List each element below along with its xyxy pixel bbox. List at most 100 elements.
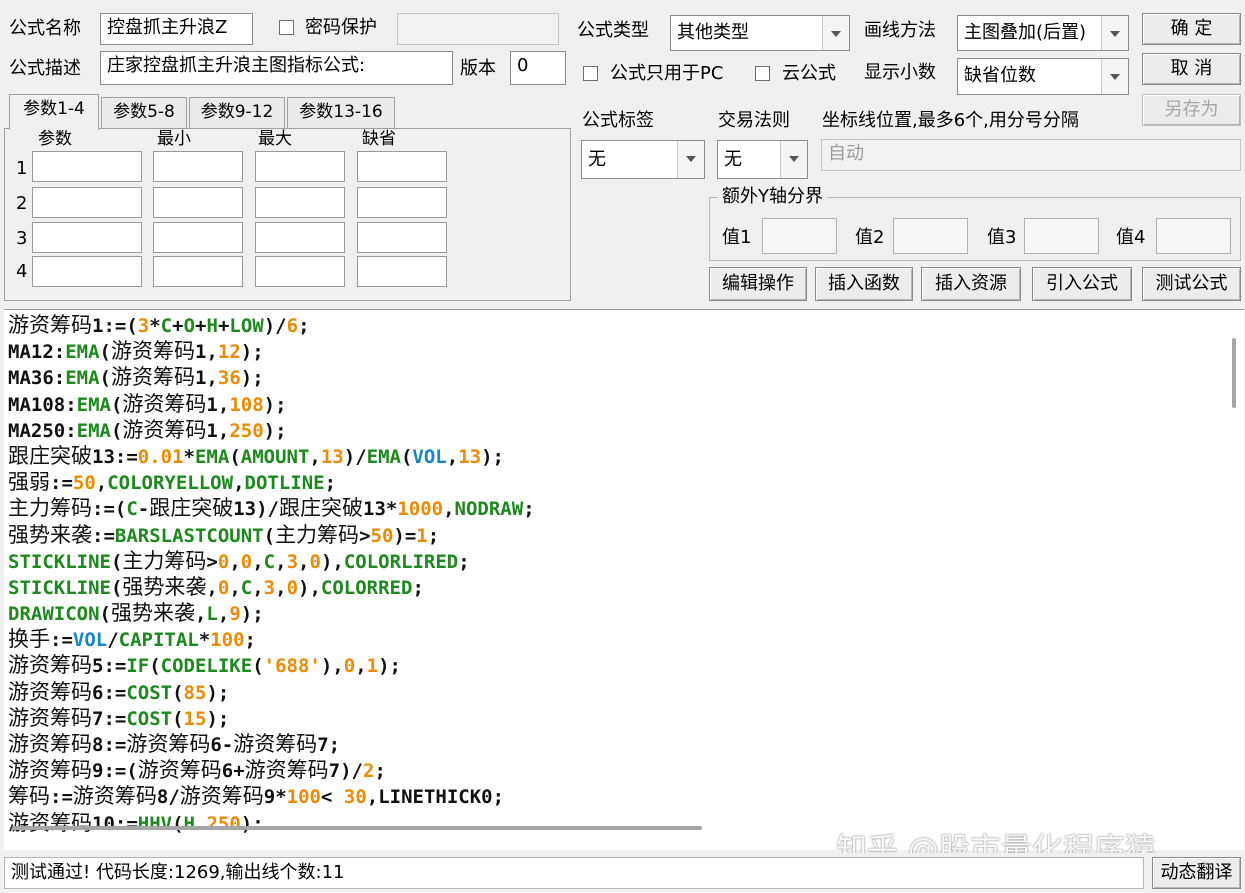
param-2-min[interactable] [153, 187, 243, 218]
code-token: := [50, 629, 73, 652]
cloud-label: 云公式 [782, 63, 836, 84]
code-token: 30 [343, 786, 367, 809]
y-value-3-input[interactable] [1024, 218, 1099, 254]
translate-button[interactable]: 动态翻译 [1152, 857, 1241, 889]
code-token: + [172, 315, 184, 337]
name-input[interactable]: 控盘抓主升浪Z [100, 13, 253, 45]
code-token: O [183, 315, 196, 337]
insert-resource-button[interactable]: 插入资源 [921, 267, 1021, 301]
code-token: VOL [412, 445, 447, 468]
code-line: 强弱:=50,COLORYELLOW,DOTLINE; [8, 469, 535, 495]
code-token: 1 [416, 524, 428, 547]
decimal-value: 缺省位数 [964, 65, 1036, 86]
chevron-down-icon[interactable] [677, 141, 704, 178]
code-token: :=( [92, 498, 127, 521]
code-token: 0 [286, 576, 299, 599]
param-3-name[interactable] [32, 222, 142, 253]
tab-params-13-16[interactable]: 参数13-16 [287, 97, 395, 128]
version-label: 版本 [460, 58, 496, 79]
code-token: LINETHICK0; [378, 786, 505, 809]
type-select[interactable]: 其他类型 [670, 15, 850, 51]
param-4-default[interactable] [357, 256, 447, 287]
param-2-default[interactable] [357, 187, 447, 218]
test-formula-button[interactable]: 测试公式 [1142, 267, 1241, 301]
code-token: 跟庄突破 [8, 443, 92, 468]
password-input[interactable] [397, 13, 559, 45]
code-token: MA36: [8, 367, 66, 390]
tab-params-9-12[interactable]: 参数9-12 [189, 97, 285, 128]
chevron-down-icon[interactable] [1101, 16, 1128, 50]
cancel-button[interactable]: 取 消 [1142, 53, 1241, 85]
tag-select[interactable]: 无 [581, 140, 705, 179]
code-token: 游资筹码 [179, 784, 264, 809]
param-4-min[interactable] [153, 256, 243, 287]
code-token: 游资筹码 [8, 653, 92, 678]
vertical-scrollbar[interactable] [1232, 338, 1236, 408]
code-token: ), [320, 655, 344, 678]
param-2-name[interactable] [32, 187, 142, 218]
password-checkbox[interactable] [279, 20, 294, 35]
code-token: ( [99, 603, 111, 626]
draw-select[interactable]: 主图叠加(后置) [957, 15, 1129, 51]
code-token: 100 [286, 786, 321, 809]
edit-button[interactable]: 编辑操作 [709, 267, 807, 301]
code-token: ( [172, 707, 184, 730]
ok-button[interactable]: 确 定 [1142, 13, 1241, 45]
code-line: 游资筹码8:=游资筹码6-游资筹码7; [8, 731, 535, 757]
y-value-2-input[interactable] [893, 218, 968, 254]
code-token: 游资筹码 [8, 758, 92, 783]
code-token: 6 [286, 315, 299, 337]
desc-input[interactable]: 庄家控盘抓主升浪主图指标公式: [100, 51, 453, 85]
axis-label: 坐标线位置,最多6个,用分号分隔 [822, 110, 1079, 131]
code-token: 13 [458, 445, 482, 468]
param-1-default[interactable] [357, 151, 447, 182]
code-token: MA250: [8, 419, 77, 442]
import-formula-button[interactable]: 引入公式 [1032, 267, 1132, 301]
code-token: < [321, 786, 344, 809]
code-line: 筹码:=游资筹码8/游资筹码9*100< 30,LINETHICK0; [8, 783, 535, 809]
code-line: 换手:=VOL/CAPITAL*100; [8, 626, 535, 652]
param-4-max[interactable] [255, 256, 345, 287]
chevron-down-icon[interactable] [780, 141, 807, 178]
code-line: MA36:EMA(游资筹码1,36); [8, 364, 535, 390]
tab-params-5-8[interactable]: 参数5-8 [101, 97, 187, 128]
code-token: 游资筹码 [137, 758, 222, 783]
y-value-4-input[interactable] [1156, 218, 1231, 254]
decimal-select[interactable]: 缺省位数 [957, 58, 1129, 95]
axis-input[interactable]: 自动 [821, 139, 1241, 171]
param-1-name[interactable] [32, 151, 142, 182]
chevron-down-icon[interactable] [822, 16, 849, 50]
insert-function-button[interactable]: 插入函数 [815, 267, 913, 301]
cloud-checkbox[interactable] [755, 66, 770, 81]
param-4-name[interactable] [32, 256, 142, 287]
code-token: 7; [317, 734, 341, 756]
code-token: 0 [217, 550, 230, 573]
y-value-1-input[interactable] [762, 218, 837, 254]
code-token: > [206, 550, 218, 573]
code-token: , [252, 576, 264, 599]
param-3-min[interactable] [153, 222, 243, 253]
pc-only-checkbox[interactable] [583, 66, 598, 81]
code-token: , [194, 603, 207, 626]
code-token: ; [324, 472, 337, 495]
param-3-default[interactable] [357, 222, 447, 253]
name-label: 公式名称 [9, 18, 81, 39]
code-token: STICKLINE [8, 576, 111, 599]
code-token: ( [400, 445, 413, 468]
tab-params-1-4[interactable]: 参数1-4 [9, 94, 99, 130]
type-value: 其他类型 [677, 22, 749, 43]
chevron-down-icon[interactable] [1101, 59, 1128, 94]
param-3-max[interactable] [255, 222, 345, 253]
code-token: DOTLINE [244, 472, 325, 495]
version-input[interactable]: 0 [510, 51, 566, 85]
code-token: , [446, 445, 459, 468]
horizontal-scrollbar[interactable] [12, 826, 702, 830]
param-1-min[interactable] [153, 151, 243, 182]
code-editor[interactable]: 游资筹码1:=(3*C+O+H+LOW)/6; MA12:EMA(游资筹码1,12… [4, 309, 1244, 850]
save-as-button[interactable]: 另存为 [1142, 94, 1241, 126]
code-token: ); [240, 341, 264, 364]
param-1-max[interactable] [255, 151, 345, 182]
param-2-max[interactable] [255, 187, 345, 218]
rule-select[interactable]: 无 [717, 140, 808, 179]
code-token: H [206, 315, 218, 337]
